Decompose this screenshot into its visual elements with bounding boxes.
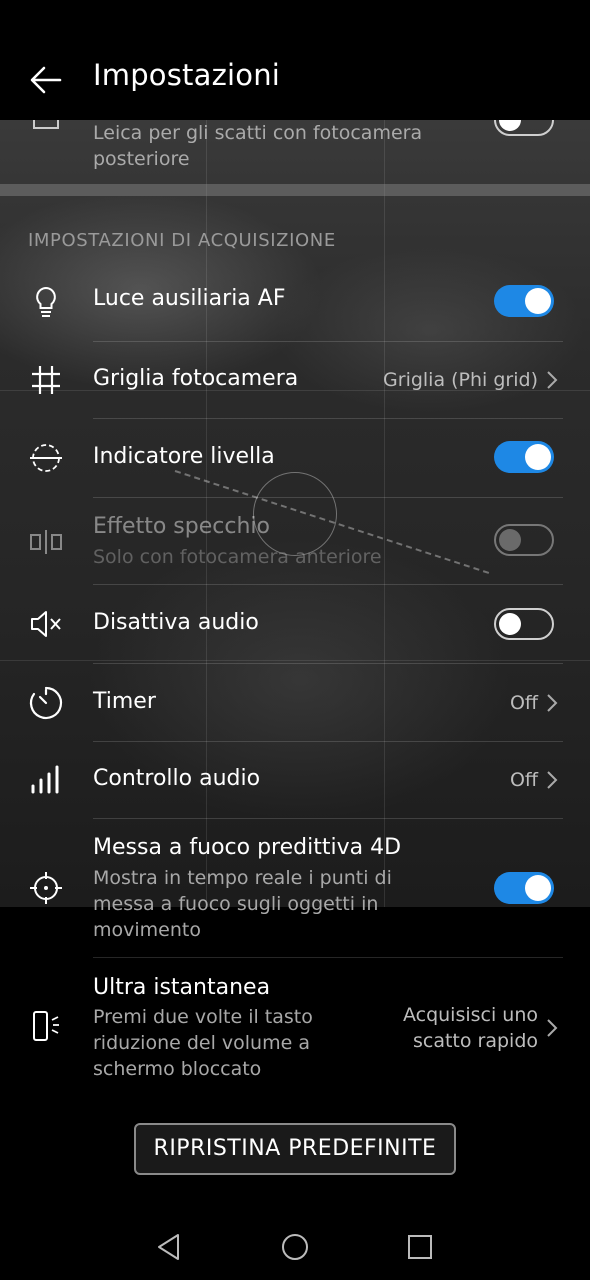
setting-subtitle: Mostra in tempo reale i punti di messa a… — [93, 865, 392, 943]
setting-row-level-indicator[interactable]: Indicatore livella — [0, 419, 590, 497]
page-title: Impostazioni — [93, 58, 281, 92]
setting-row-ultra-snapshot[interactable]: Ultra istantanea Premi due volte il tast… — [0, 958, 590, 1088]
setting-value: Off — [509, 769, 538, 791]
chevron-right-icon — [547, 771, 558, 789]
app-header: Impostazioni — [0, 0, 590, 120]
setting-label: Effetto specchio — [93, 514, 270, 539]
setting-label: Luce ausiliaria AF — [93, 286, 286, 311]
setting-row-mirror-effect: Effetto specchio Solo con fotocamera ant… — [0, 498, 590, 584]
setting-value: Off — [509, 692, 538, 714]
chevron-right-icon — [547, 1019, 558, 1037]
setting-row-mute-audio[interactable]: Disattiva audio — [0, 585, 590, 663]
subtitle-line: Mostra in tempo reale i punti di — [93, 867, 392, 889]
phone-side-button-icon — [33, 1011, 59, 1041]
value-line: Acquisisci uno — [402, 1004, 538, 1026]
setting-row-af-light[interactable]: Luce ausiliaria AF — [0, 268, 590, 338]
mute-icon — [31, 611, 61, 637]
setting-label: Ultra istantanea — [93, 975, 271, 1000]
setting-row-timer[interactable]: Timer Off — [0, 664, 590, 741]
setting-label: Controllo audio — [93, 766, 261, 791]
setting-row-predictive-focus[interactable]: Messa a fuoco predittiva 4D Mostra in te… — [0, 819, 590, 957]
subtitle-line: schermo bloccato — [93, 1058, 262, 1080]
toggle-switch — [494, 524, 554, 556]
setting-label: Indicatore livella — [93, 444, 275, 469]
value-line: scatto rapido — [412, 1030, 538, 1052]
watermark-icon — [33, 120, 59, 129]
setting-row-audio-control[interactable]: Controllo audio Off — [0, 742, 590, 818]
setting-label: Griglia fotocamera — [93, 366, 299, 391]
back-arrow-icon[interactable] — [26, 60, 66, 100]
subtitle-line: movimento — [93, 919, 201, 941]
level-icon — [30, 444, 62, 472]
toggle-switch[interactable] — [494, 441, 554, 473]
crosshair-icon — [30, 872, 62, 904]
mirror-icon — [30, 530, 62, 554]
section-separator — [0, 184, 590, 196]
reset-defaults-button[interactable]: RIPRISTINA PREDEFINITE — [134, 1123, 456, 1175]
toggle-switch[interactable] — [494, 608, 554, 640]
grid-icon — [32, 366, 60, 394]
setting-value: Griglia (Phi grid) — [383, 369, 538, 391]
setting-subtitle: Premi due volte il tasto riduzione del v… — [93, 1004, 313, 1082]
audio-bars-icon — [31, 765, 59, 794]
partial-setting-label: Leica per gli scatti con fotocamera post… — [93, 120, 422, 172]
chevron-right-icon — [547, 371, 558, 389]
chevron-right-icon — [547, 694, 558, 712]
partial-setting-item[interactable]: Leica per gli scatti con fotocamera post… — [0, 104, 590, 184]
subtitle-line: Premi due volte il tasto — [93, 1006, 313, 1028]
setting-subtitle: Solo con fotocamera anteriore — [93, 546, 382, 568]
partial-setting-line: Leica per gli scatti con fotocamera — [93, 122, 423, 144]
back-triangle-icon[interactable] — [152, 1230, 186, 1264]
setting-label: Disattiva audio — [93, 610, 259, 635]
setting-row-camera-grid[interactable]: Griglia fotocamera Griglia (Phi grid) — [0, 342, 590, 418]
recents-square-icon[interactable] — [403, 1230, 437, 1264]
toggle-switch[interactable] — [494, 872, 554, 904]
system-navbar — [0, 1210, 590, 1280]
lightbulb-icon — [36, 286, 56, 317]
home-circle-icon[interactable] — [278, 1230, 312, 1264]
setting-label: Timer — [93, 689, 156, 714]
partial-setting-line: posteriore — [93, 148, 190, 170]
toggle-switch[interactable] — [494, 285, 554, 317]
setting-label: Messa a fuoco predittiva 4D — [93, 835, 402, 860]
setting-value: Acquisisci uno scatto rapido — [403, 1002, 538, 1054]
subtitle-line: riduzione del volume a — [93, 1032, 310, 1054]
section-header: IMPOSTAZIONI DI ACQUISIZIONE — [28, 230, 336, 251]
subtitle-line: messa a fuoco sugli oggetti in — [93, 893, 379, 915]
timer-icon — [29, 686, 63, 720]
